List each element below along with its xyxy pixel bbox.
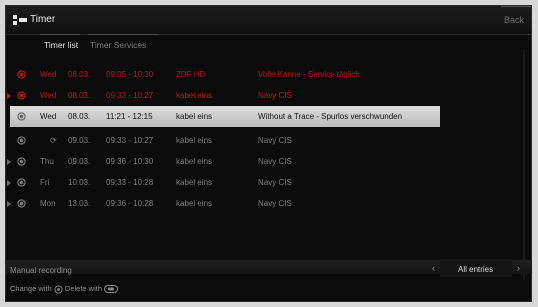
back-button[interactable]: Back: [504, 15, 524, 25]
timer-channel: kabel eins: [176, 178, 213, 187]
timer-row[interactable]: Wed 08.03. 09:33 - 10:27 kabel eins Navy…: [6, 85, 531, 106]
record-icon: [17, 178, 26, 187]
timer-day: Fri: [40, 178, 50, 187]
timer-date: 08.03.: [68, 112, 91, 121]
timer-row[interactable]: Wed 08.03. 09:05 - 10:30 ZDF HD Volle Ka…: [6, 64, 531, 85]
timer-time: 09:36 - 10:28: [106, 199, 154, 208]
record-icon: [17, 70, 26, 79]
tab-timer-services[interactable]: Timer Services: [90, 40, 146, 50]
timer-time: 09:33 - 10:28: [106, 178, 154, 187]
timer-channel: kabel eins: [176, 157, 213, 166]
row-arrow-icon: [7, 93, 11, 99]
timer-title: Volle Kanne - Service täglich: [258, 70, 360, 79]
timer-app-icon: [13, 15, 27, 25]
timer-channel: kabel eins: [176, 199, 213, 208]
record-icon: [17, 112, 26, 121]
scrollbar[interactable]: [523, 50, 525, 280]
timer-date: 13.03.: [68, 199, 91, 208]
back-divider: [501, 6, 531, 7]
timer-title: Navy CIS: [258, 136, 292, 145]
timer-day: Wed: [40, 91, 57, 100]
timer-channel: kabel eins: [176, 136, 213, 145]
timer-date: 10.03.: [68, 178, 91, 187]
record-icon: [17, 157, 26, 166]
tab-timer-list[interactable]: Timer list: [44, 40, 78, 50]
timer-day: Wed: [40, 112, 57, 121]
timer-title: Navy CIS: [258, 91, 292, 100]
row-arrow-icon: [7, 201, 11, 207]
filter-label[interactable]: All entries: [458, 265, 493, 274]
ok-button-icon: [54, 284, 63, 294]
hint-delete-text: Delete with: [64, 284, 102, 293]
timer-date: 09.03.: [68, 136, 91, 145]
timer-row[interactable]: ⟳ 09.03. 09:33 - 10:27 kabel eins Navy C…: [6, 130, 531, 151]
row-arrow-icon: [7, 180, 11, 186]
chevron-right-icon[interactable]: ›: [517, 263, 520, 273]
timer-row[interactable]: Fri 10.03. 09:33 - 10:28 kabel eins Navy…: [6, 172, 531, 193]
timer-time: 11:21 - 12:15: [106, 112, 153, 121]
timer-row-selected[interactable]: Wed 08.03. 11:21 - 12:15 kabel eins With…: [10, 106, 440, 127]
record-icon: [17, 199, 26, 208]
timer-row[interactable]: Mon 13.03. 09:36 - 10:28 kabel eins Navy…: [6, 193, 531, 214]
timer-date: 09.03.: [68, 157, 91, 166]
chevron-left-icon[interactable]: ‹: [432, 263, 435, 273]
timer-date: 08.03.: [68, 70, 91, 79]
red-button-icon: [104, 285, 119, 294]
timer-title: Navy CIS: [258, 178, 292, 187]
timer-window: Timer Back Timer list Timer Services Wed…: [5, 5, 532, 302]
timer-channel: kabel eins: [176, 91, 213, 100]
repeat-icon: ⟳: [50, 136, 57, 145]
title-bar: Timer Back: [6, 6, 531, 35]
key-hint: Change with Delete with: [10, 284, 119, 294]
manual-recording-button[interactable]: Manual recording: [10, 266, 72, 275]
timer-date: 08.03.: [68, 91, 91, 100]
row-arrow-icon: [7, 159, 11, 165]
timer-row[interactable]: Thu 09.03. 09:36 - 10:30 kabel eins Navy…: [6, 151, 531, 172]
timer-channel: kabel eins: [176, 112, 213, 121]
tab-indicator: [40, 34, 80, 35]
timer-day: Mon: [40, 199, 56, 208]
timer-channel: ZDF HD: [176, 70, 206, 79]
timer-day: Thu: [40, 157, 54, 166]
timer-title: Without a Trace - Spurlos verschwunden: [258, 112, 403, 121]
tab-indicator: [88, 34, 158, 35]
timer-time: 09:36 - 10:30: [106, 157, 154, 166]
window-title: Timer: [30, 14, 56, 25]
hint-change-text: Change with: [10, 284, 52, 293]
timer-time: 09:05 - 10:30: [106, 70, 154, 79]
record-icon: [17, 136, 26, 145]
record-icon: [17, 91, 26, 100]
timer-time: 09:33 - 10:27: [106, 136, 154, 145]
timer-title: Navy CIS: [258, 199, 292, 208]
timer-time: 09:33 - 10:27: [106, 91, 154, 100]
timer-title: Navy CIS: [258, 157, 292, 166]
timer-day: Wed: [40, 70, 57, 79]
